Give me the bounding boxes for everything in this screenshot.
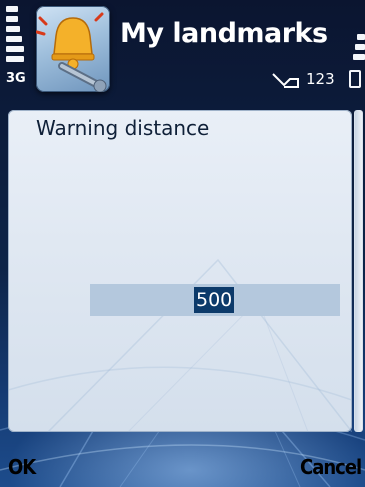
scroll-handle[interactable]: [355, 110, 362, 432]
scrollbar[interactable]: [354, 110, 363, 432]
dialog-title: Warning distance: [36, 116, 210, 140]
distance-input[interactable]: 500: [90, 284, 340, 316]
dialog-background-lines: [8, 258, 352, 432]
message-indicator-icon: [272, 73, 299, 88]
ok-softkey[interactable]: OK: [8, 455, 36, 479]
page-title: My landmarks: [120, 18, 328, 49]
indicator-text: 123: [306, 70, 335, 88]
battery-level-icon: [345, 34, 365, 94]
landmark-bell-wrench-icon: [36, 6, 110, 92]
signal-strength-icon: [6, 6, 24, 68]
distance-value[interactable]: 500: [194, 287, 235, 313]
cancel-softkey[interactable]: Cancel: [300, 455, 362, 479]
network-type-label: 3G: [6, 71, 26, 86]
warning-distance-dialog: Warning distance 500: [8, 110, 352, 432]
